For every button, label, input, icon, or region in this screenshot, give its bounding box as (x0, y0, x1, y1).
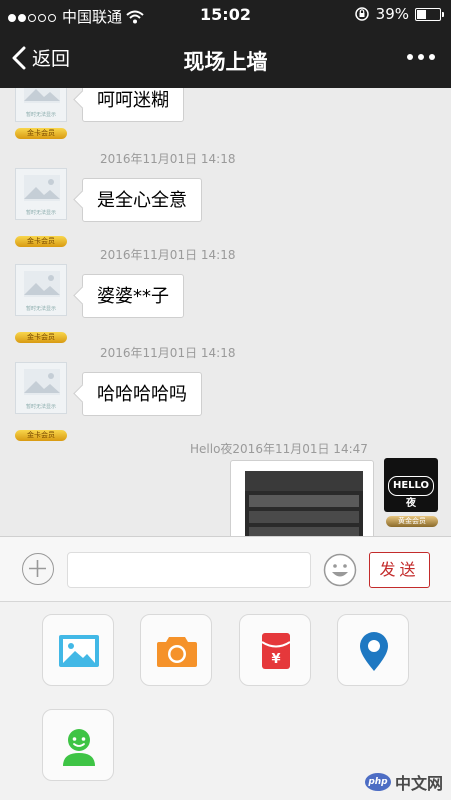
message-text: 哈哈哈哈吗 (97, 384, 187, 405)
member-badge: 金卡会员 (15, 128, 67, 139)
navigation-bar: 返回 现场上墙 (0, 32, 451, 88)
message-bubble[interactable]: 呵呵迷糊 (82, 88, 184, 122)
image-thumbnail (245, 471, 363, 536)
member-badge: 金卡会员 (15, 430, 67, 441)
avatar[interactable]: 暂时无法显示 (15, 88, 67, 122)
avatar[interactable]: 暂时无法显示 (15, 168, 67, 220)
avatar-label: HELLO夜 (388, 476, 434, 509)
contact-icon (63, 729, 95, 766)
avatar[interactable]: HELLO夜 (384, 458, 438, 512)
message-bubble[interactable]: 是全心全意 (82, 178, 202, 222)
message-bubble[interactable]: 婆婆**子 (82, 274, 184, 318)
image-button[interactable] (42, 614, 114, 686)
watermark-logo: php (364, 773, 391, 791)
input-bar: 发送 (0, 536, 451, 602)
page-title: 现场上墙 (183, 50, 268, 74)
message-timestamp: 2016年11月01日 14:18 (100, 248, 236, 262)
tools-panel: ¥ php 中文网 (0, 602, 451, 800)
add-button[interactable] (22, 553, 54, 585)
contact-card-button[interactable] (42, 709, 114, 781)
camera-icon (157, 637, 197, 667)
battery-icon (415, 7, 444, 21)
message-text: 婆婆**子 (97, 286, 169, 307)
member-badge: 金卡会员 (15, 236, 67, 247)
more-options-button[interactable] (407, 54, 435, 60)
red-envelope-icon: ¥ (261, 633, 291, 669)
member-badge: 黄金会员 (386, 516, 438, 527)
image-message[interactable] (230, 460, 374, 536)
svg-text:¥: ¥ (271, 652, 280, 667)
watermark-text: 中文网 (394, 774, 443, 793)
rotation-lock-icon (354, 7, 369, 21)
location-pin-icon (360, 632, 388, 671)
avatar[interactable]: 暂时无法显示 (15, 362, 67, 414)
camera-button[interactable] (140, 614, 212, 686)
red-envelope-button[interactable]: ¥ (239, 614, 311, 686)
location-button[interactable] (337, 614, 409, 686)
emoji-icon[interactable] (323, 553, 357, 587)
status-bar: 中国联通 15:02 39% (0, 0, 451, 32)
avatar[interactable]: 暂时无法显示 (15, 264, 67, 316)
message-timestamp: 2016年11月01日 14:18 (100, 152, 236, 166)
message-text: 呵呵迷糊 (97, 90, 169, 111)
message-timestamp: Hello夜2016年11月01日 14:47 (190, 442, 368, 456)
message-bubble[interactable]: 哈哈哈哈吗 (82, 372, 202, 416)
watermark: php 中文网 (364, 770, 443, 794)
member-badge: 金卡会员 (15, 332, 67, 343)
send-button[interactable]: 发送 (369, 552, 430, 588)
message-text: 是全心全意 (97, 190, 187, 211)
message-timestamp: 2016年11月01日 14:18 (100, 346, 236, 360)
plus-icon (29, 560, 46, 577)
image-icon (59, 635, 99, 667)
chat-list[interactable]: 暂时无法显示 呵呵迷糊 金卡会员 2016年11月01日 14:18 暂时无法显… (0, 88, 451, 536)
battery-percent: 39% (375, 5, 409, 23)
message-input[interactable] (67, 552, 311, 588)
